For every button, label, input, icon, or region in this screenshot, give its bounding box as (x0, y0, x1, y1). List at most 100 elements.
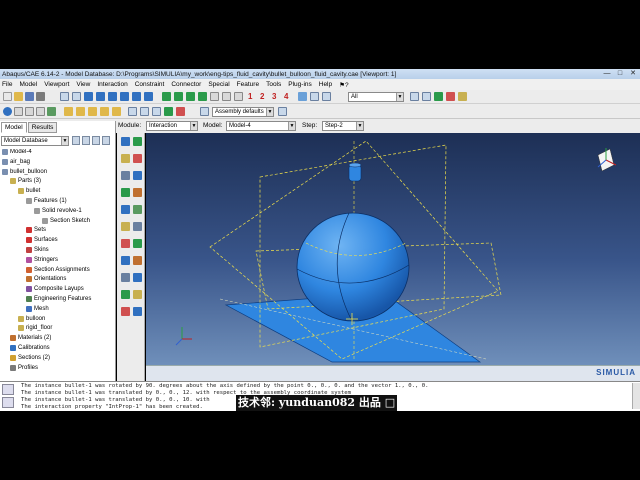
new-file-icon[interactable] (3, 92, 12, 101)
color-code-icon[interactable] (176, 107, 185, 116)
options-icon[interactable] (458, 92, 467, 101)
expand-icon[interactable] (72, 136, 80, 145)
tree-node[interactable]: bulloon (18, 315, 45, 322)
tree-node[interactable]: Composite Layups (26, 286, 84, 293)
tree-node[interactable]: Orientations (26, 276, 66, 283)
toolbox-tool-icon[interactable] (133, 188, 142, 197)
save-icon[interactable] (25, 92, 34, 101)
box-zoom-icon[interactable] (120, 92, 129, 101)
number-4[interactable]: 4 (284, 92, 288, 101)
visibility-icon[interactable] (164, 107, 173, 116)
toolbox-tool-icon[interactable] (121, 273, 130, 282)
query-icon[interactable] (72, 92, 81, 101)
menu-context-help[interactable]: ⚑? (339, 81, 348, 89)
menu-viewport[interactable]: Viewport (44, 81, 69, 88)
filter-icon[interactable] (434, 92, 443, 101)
cycle-view-icon[interactable] (144, 92, 153, 101)
message-tab-icon[interactable] (2, 384, 14, 395)
selection-icon[interactable] (310, 92, 319, 101)
step-select[interactable]: Step-2 ▼ (322, 121, 364, 131)
toolbox-tool-icon[interactable] (121, 290, 130, 299)
toolbox-tool-icon[interactable] (121, 205, 130, 214)
view-iso-icon[interactable] (162, 92, 171, 101)
toolbox-tool-icon[interactable] (133, 154, 142, 163)
toolbox-tool-icon[interactable] (121, 154, 130, 163)
tab-model[interactable]: Model (1, 122, 27, 133)
number-2[interactable]: 2 (260, 92, 264, 101)
tree-node[interactable]: Mesh (26, 305, 49, 312)
toolbox-tool-icon[interactable] (133, 239, 142, 248)
toolbox-tool-icon[interactable] (133, 273, 142, 282)
tree-node[interactable]: Surfaces (26, 237, 58, 244)
color-mapping-icon[interactable] (200, 107, 209, 116)
filter-tree-icon[interactable] (92, 136, 100, 145)
menu-file[interactable]: File (2, 81, 12, 88)
menu-feature[interactable]: Feature (237, 81, 259, 88)
tree-node[interactable]: Features (1) (26, 198, 67, 204)
menu-plugins[interactable]: Plug-ins (288, 81, 311, 88)
toolbox-tool-icon[interactable] (121, 188, 130, 197)
view-cube-icon[interactable] (210, 92, 219, 101)
minimize-button[interactable]: — (602, 69, 612, 78)
add-icon[interactable] (88, 107, 97, 116)
toolbox-tool-icon[interactable] (133, 256, 142, 265)
open-folder-icon[interactable] (14, 92, 23, 101)
menu-help[interactable]: Help (319, 81, 332, 88)
maximize-button[interactable]: □ (615, 69, 625, 78)
render-hidden-icon[interactable] (25, 107, 34, 116)
tree-node[interactable]: Stringers (26, 256, 58, 263)
toolbox-tool-icon[interactable] (121, 137, 130, 146)
toolbox-tool-icon[interactable] (121, 171, 130, 180)
info-icon[interactable] (3, 107, 12, 116)
remove-icon[interactable] (100, 107, 109, 116)
tree-node[interactable]: Materials (2) (10, 335, 51, 342)
module-select[interactable]: Interaction ▼ (146, 121, 198, 131)
pick-icon[interactable] (410, 92, 419, 101)
view-top-icon[interactable] (186, 92, 195, 101)
auto-fit-icon[interactable] (132, 92, 141, 101)
menu-special[interactable]: Special (208, 81, 229, 88)
tree-node[interactable]: Sets (26, 227, 46, 234)
toolbox-tool-icon[interactable] (133, 171, 142, 180)
undo-icon[interactable] (128, 107, 137, 116)
model-database-select[interactable]: Model Database ▼ (1, 136, 69, 146)
tree-node[interactable]: Model-4 (2, 149, 32, 155)
toolbox-tool-icon[interactable] (133, 222, 142, 231)
tab-results[interactable]: Results (27, 122, 58, 133)
tree-options-icon[interactable] (102, 136, 110, 145)
tree-node[interactable]: Solid revolve-1 (34, 207, 82, 214)
color-icon[interactable] (152, 107, 161, 116)
close-button[interactable]: ✕ (628, 69, 638, 78)
rotate-icon[interactable] (96, 92, 105, 101)
message-scrollbar[interactable] (632, 383, 640, 409)
tree-node[interactable]: Calibrations (10, 345, 50, 351)
toolbox-tool-icon[interactable] (121, 222, 130, 231)
render-wireframe-icon[interactable] (14, 107, 23, 116)
model-select[interactable]: Model-4 ▼ (226, 121, 296, 131)
tree-node[interactable]: Sections (2) (10, 354, 50, 361)
tree-node[interactable]: Section Assignments (26, 266, 90, 273)
toolbox-tool-icon[interactable] (121, 256, 130, 265)
toolbox-tool-icon[interactable] (133, 290, 142, 299)
selection-options-icon[interactable] (322, 92, 331, 101)
print-icon[interactable] (36, 92, 45, 101)
toolbox-tool-icon[interactable] (133, 307, 142, 316)
tree-node[interactable]: bullet_bulloon (2, 168, 47, 175)
toolbox-tool-icon[interactable] (121, 307, 130, 316)
python-tab-icon[interactable] (2, 397, 14, 408)
redo-icon[interactable] (140, 107, 149, 116)
render-filled-icon[interactable] (36, 107, 45, 116)
tree-node[interactable]: bullet (18, 188, 40, 195)
collapse-icon[interactable] (82, 136, 90, 145)
menu-interaction[interactable]: Interaction (97, 81, 127, 88)
render-shaded-icon[interactable] (47, 107, 56, 116)
tree-node[interactable]: rigid_floor (18, 325, 52, 332)
menu-connector[interactable]: Connector (171, 81, 201, 88)
toolbox-tool-icon[interactable] (133, 137, 142, 146)
perspective-icon[interactable] (222, 92, 231, 101)
menu-view[interactable]: View (76, 81, 90, 88)
viewport[interactable] (146, 133, 640, 365)
toolbox-tool-icon[interactable] (133, 205, 142, 214)
color-edit-icon[interactable] (278, 107, 287, 116)
number-1[interactable]: 1 (248, 92, 252, 101)
